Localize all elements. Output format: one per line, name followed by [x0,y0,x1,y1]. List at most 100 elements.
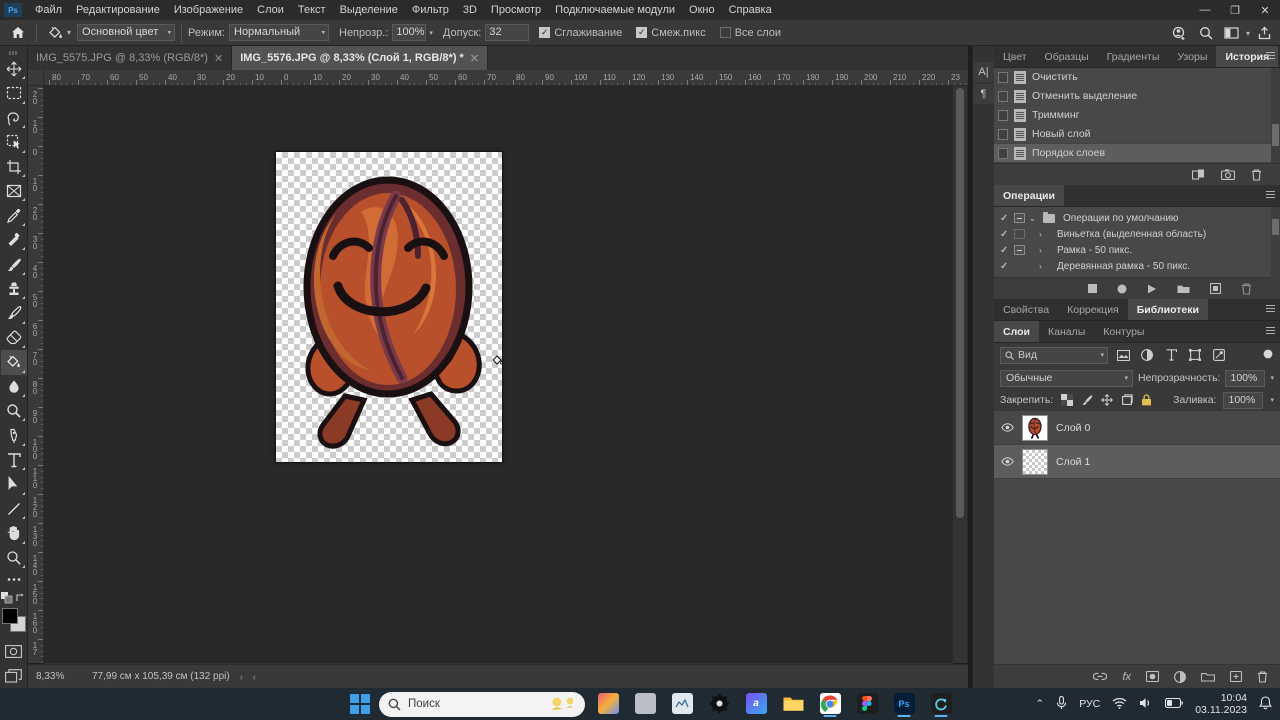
layer-thumbnail[interactable] [1022,415,1048,441]
volume-icon[interactable] [1139,697,1153,712]
history-item-4[interactable]: Порядок слоев [994,144,1280,163]
edit-toolbar-icon[interactable] [1,570,27,590]
taskbar-app-recuva[interactable] [927,689,955,719]
brush-tool[interactable] [1,252,27,276]
all-layers-checkbox[interactable]: Все слои [720,27,785,39]
foreground-color-swatch[interactable] [2,608,18,624]
new-document-from-state-icon[interactable] [1192,169,1205,181]
history-item-1[interactable]: Отменить выделение [994,87,1280,106]
record-icon[interactable] [1117,284,1127,294]
taskbar-app-explorer-window[interactable] [631,689,659,719]
object-selection-tool[interactable] [1,130,27,154]
rectangular-marquee-tool[interactable] [1,81,27,105]
action-row-frame50[interactable]: ✓ › Рамка - 50 пикс. [994,242,1280,258]
pen-tool[interactable] [1,423,27,447]
taskbar-app-photoshop[interactable]: Ps [890,689,918,719]
action-dialog-toggle[interactable] [1014,261,1025,271]
filter-adjustment-icon[interactable] [1138,346,1156,364]
taskbar-app-figma[interactable] [853,689,881,719]
lock-position-icon[interactable] [1100,394,1113,407]
zoom-level[interactable]: 8,33% [28,671,86,682]
color-swatches[interactable] [2,608,26,631]
action-enabled-check[interactable]: ✓ [1000,229,1010,240]
crop-tool[interactable] [1,155,27,179]
clock[interactable]: 10:04 03.11.2023 [1195,692,1247,716]
scrollbar-thumb[interactable] [1272,124,1279,146]
blend-mode-select[interactable]: Нормальный ▾ [229,24,329,41]
tab-libraries[interactable]: Библиотеки [1128,299,1208,320]
language-indicator[interactable]: РУС [1079,698,1100,710]
history-snapshot-box[interactable] [998,129,1008,140]
taskbar-app-settings[interactable] [705,689,733,719]
workspace-icon[interactable] [1220,22,1244,44]
layer-name[interactable]: Слой 1 [1056,456,1090,468]
menu-select[interactable]: Выделение [333,0,405,20]
history-snapshot-box[interactable] [998,72,1008,83]
artboard[interactable] [276,152,502,462]
path-selection-tool[interactable] [1,472,27,496]
blur-tool[interactable] [1,375,27,399]
action-dialog-toggle[interactable] [1014,213,1025,223]
tab-patterns[interactable]: Узоры [1168,46,1216,67]
filter-image-icon[interactable] [1114,346,1132,364]
tab-actions[interactable]: Операции [994,185,1064,206]
delete-icon[interactable] [1241,283,1252,295]
close-icon[interactable]: ✕ [470,52,479,65]
tab-adjustments[interactable]: Коррекция [1058,299,1128,320]
menu-edit[interactable]: Редактирование [69,0,167,20]
vertical-ruler[interactable]: 2010010203040506070809010011012013014015… [28,86,44,663]
bell-icon[interactable] [1259,696,1272,713]
scrollbar-thumb[interactable] [1272,219,1279,235]
taskbar-app-paint3d[interactable] [594,689,622,719]
chevron-down-icon[interactable]: ▾ [1246,29,1250,38]
ruler-corner[interactable] [28,70,44,86]
eyedropper-tool[interactable] [1,203,27,227]
panel-menu-icon[interactable] [1266,191,1275,200]
eraser-tool[interactable] [1,326,27,350]
horizontal-ruler[interactable]: 8070605040302010010203040506070809010011… [44,70,968,86]
layer-filter-select[interactable]: Вид ▾ [1000,347,1108,364]
status-expand-icon[interactable]: › [240,672,243,682]
history-brush-tool[interactable] [1,301,27,325]
home-icon[interactable] [6,22,30,44]
tab-channels[interactable]: Каналы [1039,321,1094,342]
filter-toggle-icon[interactable] [1262,348,1274,363]
windows-start-button[interactable] [350,694,370,714]
taskbar-search-box[interactable]: Поиск [379,692,585,717]
layer-thumbnail[interactable] [1022,449,1048,475]
menu-type[interactable]: Текст [291,0,333,20]
filter-smart-icon[interactable] [1210,346,1228,364]
default-colors-icon[interactable] [1,592,13,606]
microphone-icon[interactable] [1056,696,1067,713]
paint-bucket-tool[interactable] [1,350,27,374]
delete-icon[interactable] [1251,169,1262,181]
search-person-icon[interactable] [1168,22,1192,44]
chevron-right-icon[interactable]: › [1039,246,1049,255]
opacity-input[interactable]: 100% [392,24,426,41]
screen-mode-icon[interactable] [1,663,27,687]
chevron-down-icon[interactable]: ▾ [1270,374,1274,382]
layer-fill-input[interactable]: 100% [1223,392,1263,409]
character-panel-icon[interactable]: A| [974,62,994,82]
tab-paths[interactable]: Контуры [1094,321,1153,342]
layer-blend-mode-select[interactable]: Обычные ▾ [1000,370,1133,387]
action-enabled-check[interactable]: ✓ [1000,261,1010,272]
canvas-vertical-scrollbar[interactable] [953,86,967,663]
line-tool[interactable] [1,497,27,521]
link-layers-icon[interactable] [1093,672,1107,681]
minimize-button[interactable]: — [1190,0,1220,20]
zoom-tool[interactable] [1,546,27,570]
quick-mask-icon[interactable] [1,639,27,663]
adjustment-layer-icon[interactable] [1174,671,1186,683]
taskbar-app-affinity[interactable]: a [742,689,770,719]
chevron-down-icon[interactable]: ▾ [1100,351,1104,359]
tab-swatches[interactable]: Образцы [1036,46,1098,67]
history-scrollbar[interactable] [1271,68,1280,163]
layer-visibility-icon[interactable] [1000,423,1014,432]
scrollbar-thumb[interactable] [956,88,964,518]
action-enabled-check[interactable]: ✓ [1000,245,1010,256]
lock-image-icon[interactable] [1080,394,1093,407]
tab-color[interactable]: Цвет [994,46,1036,67]
filter-type-icon[interactable] [1162,346,1180,364]
tab-properties[interactable]: Свойства [994,299,1058,320]
